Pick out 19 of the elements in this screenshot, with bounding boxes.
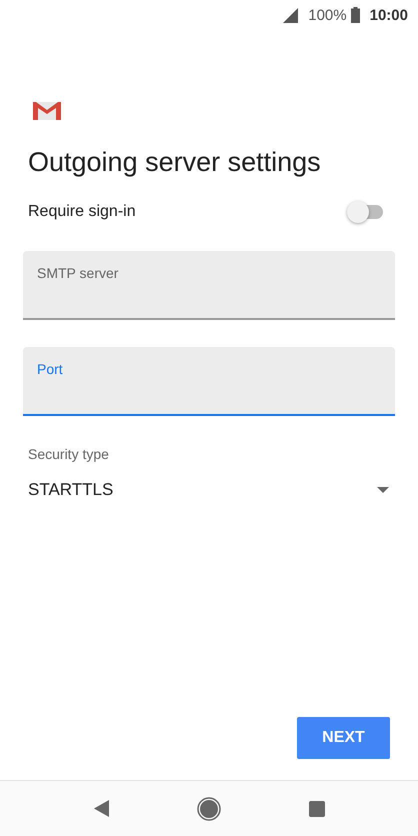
toggle-switch[interactable] xyxy=(347,200,385,224)
require-sign-in-label: Require sign-in xyxy=(28,203,136,221)
mail-logo-icon xyxy=(33,101,61,121)
clock: 10:00 xyxy=(370,6,408,24)
dropdown-caret-icon xyxy=(377,487,389,493)
security-type-dropdown[interactable]: STARTTLS xyxy=(28,480,395,500)
home-icon[interactable] xyxy=(196,796,220,820)
battery-icon xyxy=(350,7,360,23)
signal-icon xyxy=(283,8,298,22)
battery-percentage: 100% xyxy=(308,6,347,24)
field-label: Port xyxy=(37,361,63,377)
page-title: Outgoing server settings xyxy=(28,147,322,178)
text-field[interactable]: Port xyxy=(23,347,395,416)
next-button[interactable]: NEXT xyxy=(297,717,390,759)
field-label: SMTP server xyxy=(37,265,118,281)
recents-icon[interactable] xyxy=(308,800,324,816)
back-icon[interactable] xyxy=(94,800,108,817)
security-type-label: Security type xyxy=(28,446,110,462)
text-field[interactable]: SMTP server xyxy=(23,251,395,320)
